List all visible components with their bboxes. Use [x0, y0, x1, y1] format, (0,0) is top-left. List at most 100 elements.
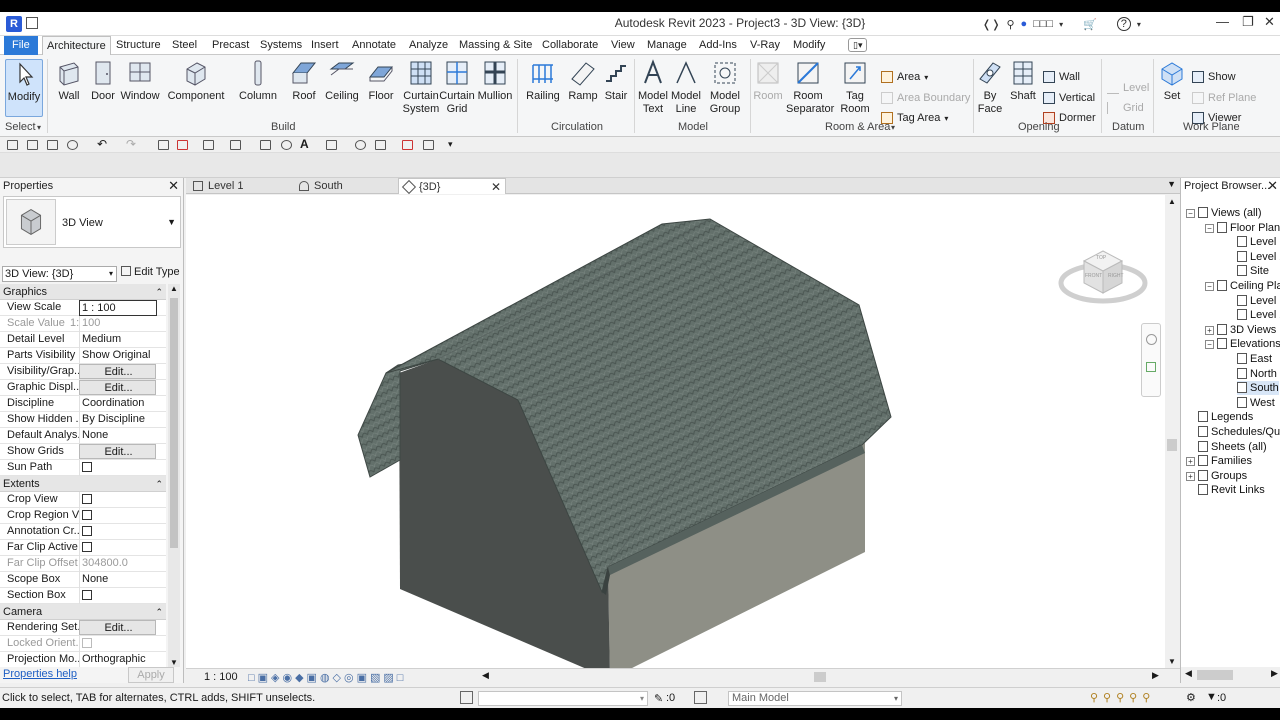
workset-dropdown-icon[interactable]: ▾ [640, 692, 644, 705]
view-scale[interactable]: 1 : 100 [204, 671, 238, 683]
canvas-scroll-up-icon[interactable]: ▲ [1168, 197, 1176, 206]
browser-node[interactable]: West [1237, 396, 1275, 410]
measure-icon[interactable] [203, 140, 214, 150]
tab-massing-site[interactable]: Massing & Site [455, 36, 536, 55]
browser-node[interactable]: Legends [1198, 410, 1253, 424]
tab-add-ins[interactable]: Add-Ins [695, 36, 741, 55]
browser-node[interactable]: Schedules/Quantities (all) [1198, 425, 1280, 439]
room-separator-button[interactable]: Room Separator [786, 59, 834, 116]
design-option-selector[interactable]: Main Model ▾ [728, 691, 902, 706]
tab-systems[interactable]: Systems [256, 36, 306, 55]
h-scroll-thumb[interactable] [814, 672, 826, 682]
room-area-panel-label[interactable]: Room & Area [825, 121, 890, 133]
zoom-icon[interactable] [1146, 362, 1156, 372]
property-value[interactable]: None [79, 572, 157, 588]
area-dropdown-icon[interactable]: ▾ [924, 73, 928, 82]
design-options-icon[interactable] [694, 691, 707, 704]
viewcube[interactable]: TOP FRONT RIGHT [1058, 241, 1148, 311]
tab-list-icon[interactable]: ▼ [1167, 179, 1176, 189]
browser-node[interactable]: Level 2 [1237, 308, 1280, 322]
browser-node[interactable]: Sheets (all) [1198, 440, 1267, 454]
workset-selector[interactable]: ▾ [478, 691, 648, 706]
browser-node[interactable]: Families [1198, 454, 1252, 468]
property-value[interactable]: Orthographic [79, 652, 157, 667]
text-icon[interactable]: A [300, 137, 311, 151]
property-checkbox[interactable] [82, 494, 92, 504]
property-edit-button[interactable]: Edit... [79, 364, 156, 379]
property-edit-button[interactable]: Edit... [79, 620, 156, 635]
collapse-arrows-icon[interactable]: ❬❭ [982, 18, 1000, 31]
select-dropdown-icon[interactable]: ▾ [37, 123, 41, 132]
property-group-header[interactable]: Extents ⌃ [0, 476, 166, 492]
browser-node[interactable]: Groups [1198, 469, 1247, 483]
type-selector[interactable]: 3D View ▼ [3, 196, 181, 248]
model-line-button[interactable]: Model Line [664, 59, 708, 116]
room-area-dropdown-icon[interactable]: ▾ [891, 123, 895, 132]
gear-icon[interactable]: ⚙ [1186, 691, 1196, 704]
tab-south[interactable]: South [294, 178, 398, 194]
worksets-icon[interactable] [460, 691, 473, 704]
user-name[interactable]: □□□ [1033, 18, 1053, 30]
dimension-icon[interactable] [230, 140, 241, 150]
ref-plane-button[interactable]: Ref Plane [1192, 92, 1256, 104]
mullion-button[interactable]: Mullion [473, 59, 517, 103]
vertical-opening-button[interactable]: Vertical [1043, 92, 1095, 104]
maximize-button[interactable]: ❐ [1242, 14, 1254, 30]
filter-icon[interactable]: ▼ [1206, 691, 1217, 703]
floor-button[interactable]: Floor [359, 59, 403, 103]
tab-precast[interactable]: Precast [208, 36, 253, 55]
view-control-icons[interactable]: □▣◈◉◆▣◍◇◎▣▧▨□ [248, 671, 406, 684]
collapse-node-icon[interactable]: − [1205, 340, 1214, 350]
collapse-node-icon[interactable]: − [1205, 223, 1214, 233]
help-dropdown-icon[interactable]: ▾ [1137, 20, 1141, 29]
new-icon[interactable] [7, 140, 18, 150]
thin-lines-icon[interactable] [375, 140, 386, 150]
type-dropdown-icon[interactable]: ▼ [167, 217, 176, 227]
tag-icon[interactable] [260, 140, 271, 150]
browser-h-scrollbar[interactable]: ◀ ▶ [1181, 667, 1280, 683]
editable-only-icon[interactable]: ✎ [654, 692, 663, 705]
minimize-button[interactable]: — [1216, 14, 1229, 29]
level-button[interactable]: Level [1107, 82, 1149, 94]
collapse-group-icon[interactable]: ⌃ [155, 284, 163, 300]
browser-node[interactable]: Floor Plans [1217, 221, 1280, 235]
window-button[interactable]: Window [118, 59, 162, 103]
property-value[interactable]: 1 : 100 [79, 300, 157, 316]
property-checkbox[interactable] [82, 462, 92, 472]
property-checkbox[interactable] [82, 510, 92, 520]
tab-manage[interactable]: Manage [643, 36, 691, 55]
modify-button[interactable]: Modify [5, 59, 43, 117]
canvas-scroll-down-icon[interactable]: ▼ [1168, 657, 1176, 666]
property-group-header[interactable]: Camera ⌃ [0, 604, 166, 620]
expand-node-icon[interactable]: + [1186, 457, 1195, 467]
apply-button[interactable]: Apply [128, 667, 174, 683]
browser-scroll-left-icon[interactable]: ◀ [1185, 668, 1192, 679]
component-button[interactable]: Component [166, 59, 226, 103]
help-icon[interactable]: ? [1116, 17, 1131, 31]
switch-windows-icon[interactable] [423, 140, 434, 150]
collapse-group-icon[interactable]: ⌃ [155, 604, 163, 620]
tab-insert[interactable]: Insert [307, 36, 343, 55]
select-panel-label[interactable]: Select [5, 121, 36, 133]
browser-node[interactable]: Ceiling Plans [1217, 279, 1280, 293]
3d-view-icon[interactable] [326, 140, 337, 150]
browser-node[interactable]: Site [1237, 264, 1269, 278]
area-boundary-button[interactable]: Area Boundary [881, 92, 970, 104]
design-option-dropdown-icon[interactable]: ▾ [894, 692, 898, 705]
tab-view[interactable]: View [607, 36, 639, 55]
tab-level-1[interactable]: Level 1 [188, 178, 292, 194]
close-hidden-icon[interactable] [402, 140, 413, 150]
browser-node[interactable]: Level 1 [1237, 294, 1280, 308]
tab-v-ray[interactable]: V-Ray [746, 36, 784, 55]
h-scroll-left-icon[interactable]: ◀ [482, 670, 489, 681]
property-value[interactable]: By Discipline [79, 412, 157, 428]
undo-icon[interactable]: ↶ [97, 137, 108, 151]
tab-collaborate[interactable]: Collaborate [538, 36, 602, 55]
tab-analyze[interactable]: Analyze [405, 36, 452, 55]
tab-structure[interactable]: Structure [112, 36, 165, 55]
search-icon[interactable]: ⚲ [1006, 18, 1014, 31]
viewcube-top-label[interactable]: TOP [1096, 255, 1106, 261]
scrollbar-thumb[interactable] [170, 298, 178, 548]
collapse-group-icon[interactable]: ⌃ [155, 476, 163, 492]
wall-opening-button[interactable]: Wall [1043, 71, 1080, 83]
